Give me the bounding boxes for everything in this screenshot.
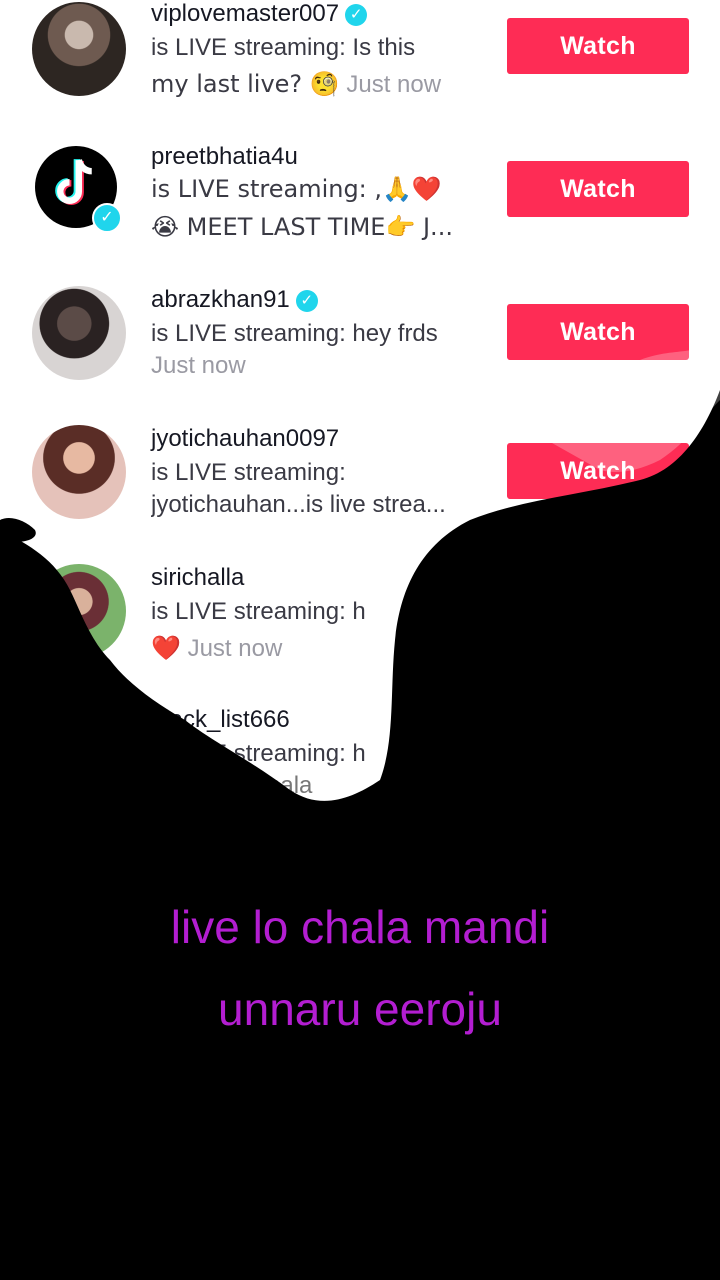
stream-title: is LIVE streaming: [151, 459, 346, 486]
stream-title: is LIVE streaming: ,🙏❤️ [151, 175, 442, 203]
list-item[interactable]: black_list666 is LIVE streaming: h nchaz… [0, 706, 720, 836]
avatar[interactable] [32, 564, 126, 658]
verified-icon: ✓ [345, 3, 368, 26]
stream-title: is LIVE streaming: h [151, 740, 366, 767]
verified-icon: ✓ [92, 203, 122, 233]
username[interactable]: black_list666 [151, 706, 290, 734]
timestamp: Just now [346, 71, 442, 98]
username[interactable]: jyotichauhan0097 [151, 425, 339, 453]
timestamp: Just now [187, 635, 283, 662]
avatar[interactable] [32, 286, 126, 380]
watch-button[interactable]: Watch [507, 443, 689, 499]
stream-title-cont: ❤️ Just now [151, 634, 283, 662]
list-item[interactable]: sirichalla is LIVE streaming: h ❤️ Just … [0, 564, 720, 694]
tiktok-logo-icon [55, 159, 92, 205]
caption-line-1: live lo chala mandi [170, 901, 550, 953]
stream-title: is LIVE streaming: h [151, 598, 366, 625]
stream-title-cont: nchazzz ( mala [151, 772, 313, 799]
stream-title-cont: 😭 MEET LAST TIME👉 J... [151, 213, 453, 241]
caption-line-2: unnaru eeroju [218, 983, 502, 1035]
username[interactable]: abrazkhan91 ✓ [151, 286, 318, 314]
list-item[interactable]: viplovemaster007 ✓ is LIVE streaming: Is … [0, 0, 720, 130]
list-item[interactable]: abrazkhan91 ✓ is LIVE streaming: hey frds… [0, 286, 720, 416]
verified-icon: ✓ [295, 289, 318, 312]
stream-title: is LIVE streaming: hey frds [151, 320, 438, 347]
username[interactable]: sirichalla [151, 564, 244, 592]
stream-title-cont: Just now [151, 352, 491, 380]
watch-button[interactable]: Watch [507, 161, 689, 217]
watch-button[interactable]: Watch [507, 18, 689, 74]
stream-title-cont: my last live? 🧐 Just now [151, 70, 442, 98]
list-item[interactable]: ✓ preetbhatia4u is LIVE streaming: ,🙏❤️ … [0, 143, 720, 273]
stream-title-cont: jyotichauhan...is live strea... [151, 491, 446, 518]
list-item[interactable]: jyotichauhan0097 is LIVE streaming: jyot… [0, 425, 720, 555]
timestamp: Just now [151, 352, 246, 379]
stream-title: is LIVE streaming: Is this [151, 34, 416, 61]
avatar[interactable] [32, 425, 126, 519]
avatar[interactable] [32, 2, 126, 96]
watch-button[interactable]: Watch [507, 304, 689, 360]
username[interactable]: viplovemaster007 ✓ [151, 0, 368, 28]
username[interactable]: preetbhatia4u [151, 143, 298, 171]
live-list: viplovemaster007 ✓ is LIVE streaming: Is … [0, 0, 720, 820]
